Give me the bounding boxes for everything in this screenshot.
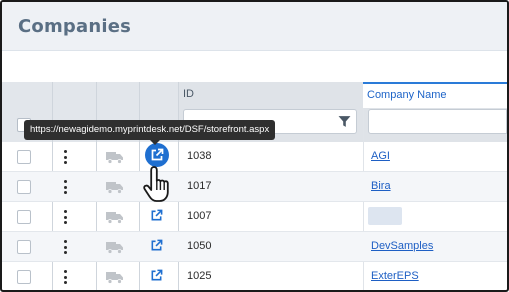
table-row[interactable]: 1017 Bira [2, 172, 507, 202]
page-header: Companies [2, 2, 507, 50]
external-link-icon[interactable] [150, 269, 163, 282]
kebab-menu-icon[interactable] [62, 270, 68, 284]
row-checkbox[interactable] [17, 210, 31, 224]
filter-icon[interactable] [338, 115, 351, 128]
page-title: Companies [18, 16, 132, 37]
company-name-filter-input[interactable] [368, 109, 507, 134]
truck-icon[interactable] [106, 210, 124, 224]
truck-icon[interactable] [106, 150, 124, 164]
id-cell: 1007 [187, 210, 212, 222]
row-checkbox[interactable] [17, 180, 31, 194]
truck-icon[interactable] [106, 270, 124, 284]
kebab-menu-icon[interactable] [62, 210, 68, 224]
table-row[interactable]: 1007 [2, 202, 507, 232]
truck-icon[interactable] [106, 180, 124, 194]
company-link[interactable]: AGI [371, 150, 390, 162]
toolbar-area [2, 50, 507, 80]
company-link[interactable]: ExterEPS [371, 270, 419, 282]
id-cell: 1038 [187, 150, 212, 162]
external-link-icon[interactable] [150, 239, 163, 252]
table-row[interactable]: 1025 ExterEPS [2, 262, 507, 290]
storefront-url-tooltip: https://newagidemo.myprintdesk.net/DSF/s… [24, 120, 276, 145]
table-row[interactable]: 1050 DevSamples [2, 232, 507, 262]
company-link[interactable]: Bira [371, 180, 391, 192]
table-row[interactable]: 1038 AGI [2, 142, 507, 172]
row-checkbox[interactable] [17, 150, 31, 164]
app-window: Companies ID Company Name 1038 AGI 1017 … [0, 0, 509, 292]
company-link[interactable]: DevSamples [371, 240, 433, 252]
external-link-icon[interactable] [150, 209, 163, 222]
id-cell: 1025 [187, 270, 212, 282]
kebab-menu-icon[interactable] [62, 180, 68, 194]
id-cell: 1050 [187, 240, 212, 252]
kebab-menu-icon[interactable] [62, 240, 68, 254]
hand-pointer-icon [143, 166, 169, 202]
id-cell: 1017 [187, 180, 212, 192]
row-checkbox[interactable] [17, 270, 31, 284]
redacted-company-name [368, 207, 402, 225]
column-header-id[interactable]: ID [183, 88, 194, 100]
row-checkbox[interactable] [17, 240, 31, 254]
column-header-company-name[interactable]: Company Name [363, 82, 507, 108]
truck-icon[interactable] [106, 240, 124, 254]
kebab-menu-icon[interactable] [62, 150, 68, 164]
